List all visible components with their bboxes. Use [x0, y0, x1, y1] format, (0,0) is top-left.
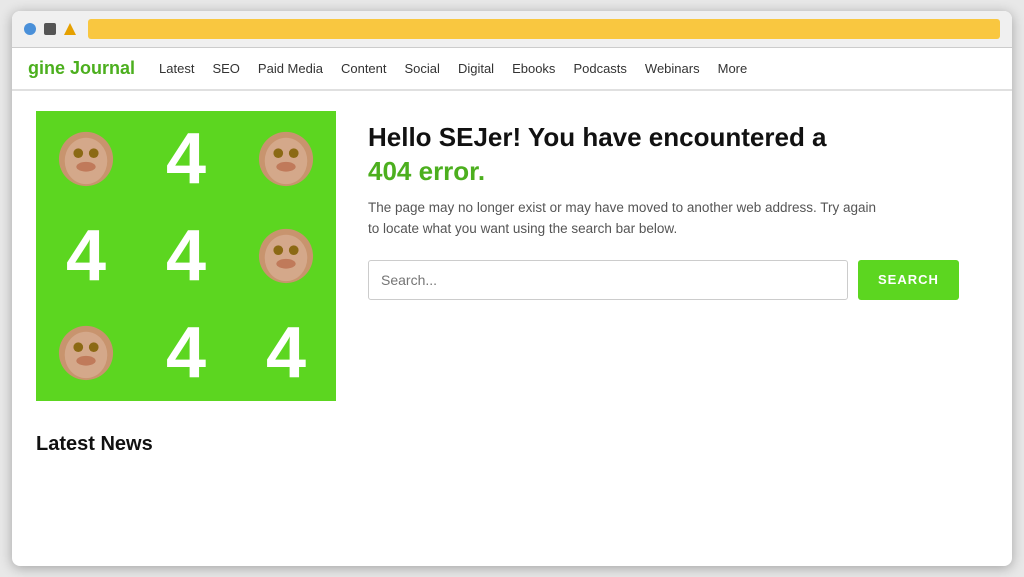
- four-digit-1: 4: [166, 123, 206, 195]
- cell-face-3: [236, 208, 336, 305]
- nav-link-seo[interactable]: SEO: [212, 61, 239, 76]
- page-content: 4 4 4: [12, 91, 1012, 566]
- nav-link-social[interactable]: Social: [405, 61, 440, 76]
- face-icon-1: [57, 130, 115, 188]
- nav-link-ebooks[interactable]: Ebooks: [512, 61, 555, 76]
- face-icon-3: [257, 227, 315, 285]
- face-icon-4: [57, 324, 115, 382]
- nav-link-podcasts[interactable]: Podcasts: [573, 61, 626, 76]
- cell-four-2: 4: [36, 208, 136, 305]
- error-title-line1: Hello SEJer! You have encountered a: [368, 122, 827, 152]
- cell-four-4: 4: [136, 304, 236, 401]
- logo-prefix: gine: [28, 58, 70, 78]
- browser-dot-blue: [24, 23, 36, 35]
- error-description: The page may no longer exist or may have…: [368, 197, 888, 240]
- address-bar[interactable]: [88, 19, 1000, 39]
- cell-face-4: [36, 304, 136, 401]
- nav-link-paid-media[interactable]: Paid Media: [258, 61, 323, 76]
- error-404-image: 4 4 4: [36, 111, 336, 401]
- search-row: SEARCH: [368, 260, 988, 300]
- nav-link-digital[interactable]: Digital: [458, 61, 494, 76]
- nav-bar: gine Journal Latest SEO Paid Media Conte…: [12, 48, 1012, 91]
- cell-face-2: [236, 111, 336, 208]
- error-section: 4 4 4: [36, 111, 988, 401]
- four-digit-2: 4: [66, 220, 106, 292]
- browser-chrome: [12, 11, 1012, 48]
- error-code: 404 error.: [368, 156, 485, 186]
- four-digit-4: 4: [166, 317, 206, 389]
- nav-link-webinars[interactable]: Webinars: [645, 61, 700, 76]
- four-digit-5: 4: [266, 317, 306, 389]
- latest-news-section: Latest News: [36, 433, 988, 456]
- cell-four-5: 4: [236, 304, 336, 401]
- browser-dot-triangle: [64, 23, 76, 35]
- search-input[interactable]: [368, 260, 848, 300]
- nav-links: Latest SEO Paid Media Content Social Dig…: [159, 61, 747, 76]
- cell-face-1: [36, 111, 136, 208]
- browser-window: gine Journal Latest SEO Paid Media Conte…: [12, 11, 1012, 566]
- search-button[interactable]: SEARCH: [858, 260, 959, 300]
- nav-link-content[interactable]: Content: [341, 61, 387, 76]
- logo-highlight: Journal: [70, 58, 135, 78]
- cell-four-3: 4: [136, 208, 236, 305]
- latest-news-title: Latest News: [36, 433, 988, 456]
- nav-link-latest[interactable]: Latest: [159, 61, 194, 76]
- face-icon-2: [257, 130, 315, 188]
- error-info: Hello SEJer! You have encountered a 404 …: [368, 111, 988, 300]
- site-logo: gine Journal: [28, 58, 135, 79]
- error-title: Hello SEJer! You have encountered a 404 …: [368, 121, 988, 189]
- four-digit-3: 4: [166, 220, 206, 292]
- nav-link-more[interactable]: More: [718, 61, 748, 76]
- cell-four-1: 4: [136, 111, 236, 208]
- browser-dot-square: [44, 23, 56, 35]
